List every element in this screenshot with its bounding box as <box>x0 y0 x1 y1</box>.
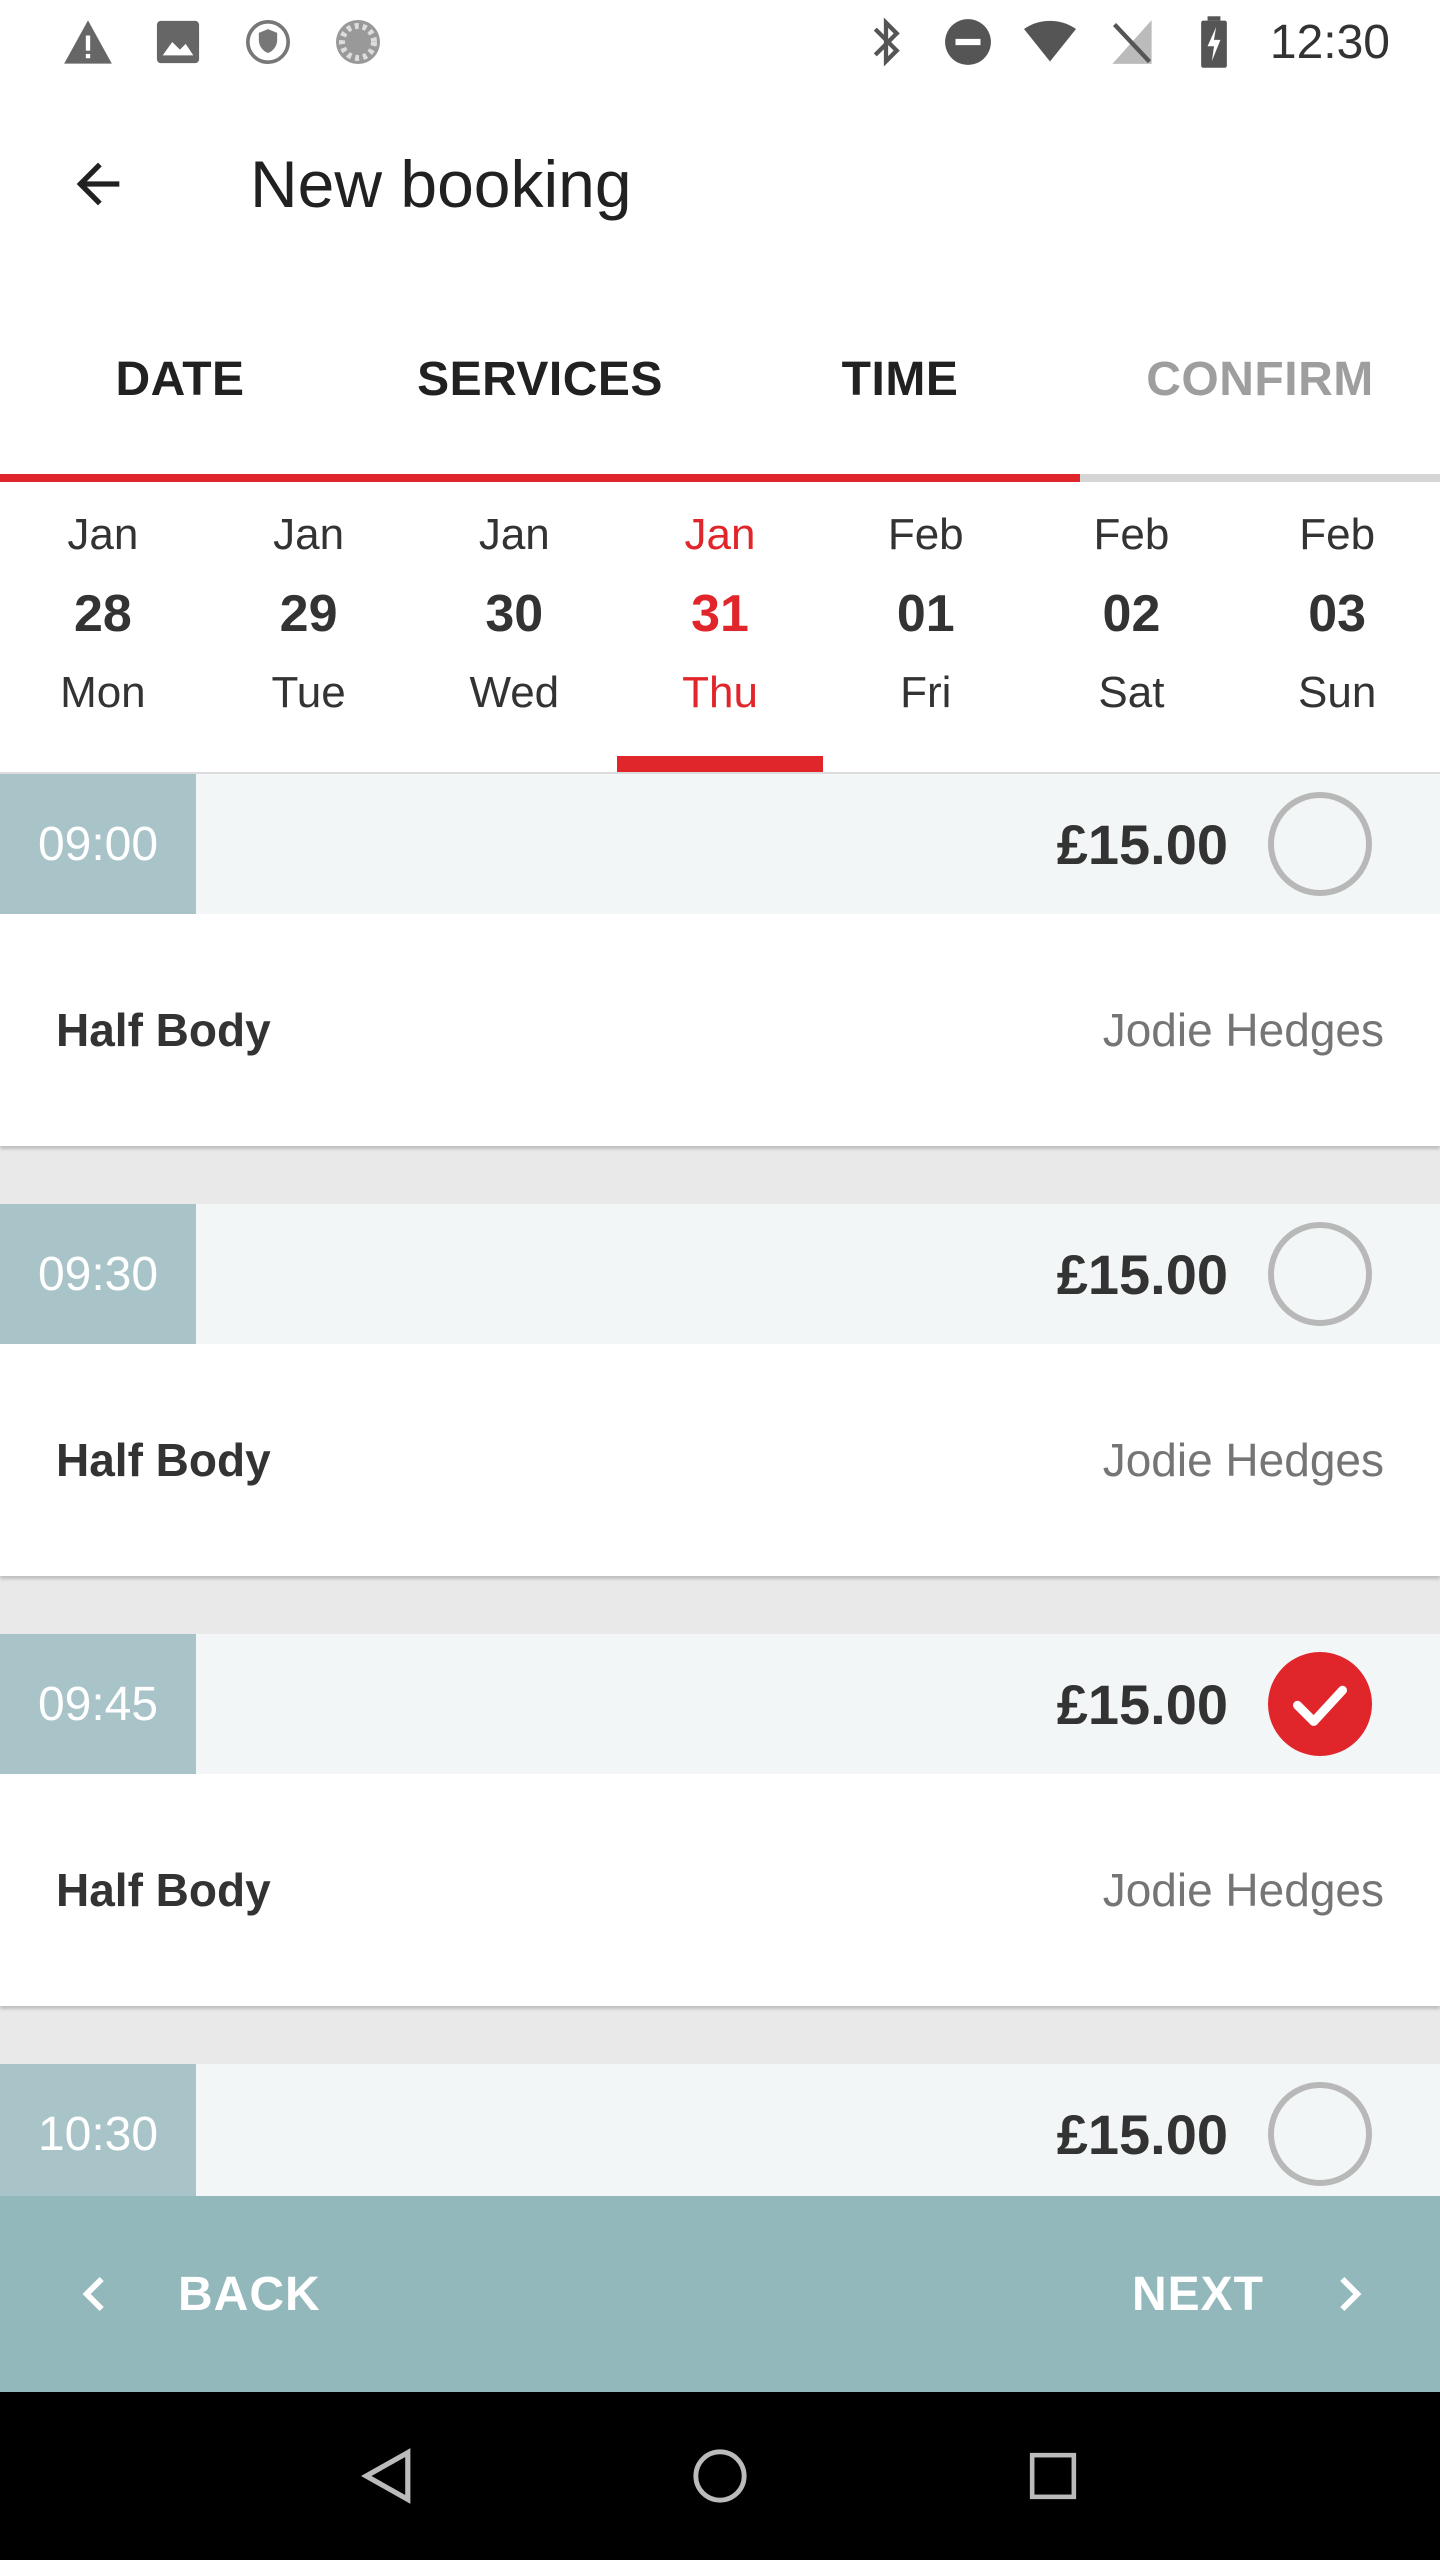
step-date[interactable]: DATE <box>0 284 360 474</box>
status-time: 12:30 <box>1269 15 1390 69</box>
date-day: 30 <box>485 585 544 643</box>
status-right-icons: 12:30 <box>860 15 1390 70</box>
date-month: Jan <box>478 510 550 559</box>
date-item-jan-29[interactable]: Jan 29 Tue <box>206 482 412 772</box>
slot-staff: Jodie Hedges <box>1102 1864 1384 1916</box>
date-day: 28 <box>73 585 132 643</box>
status-bar: 12:30 <box>0 0 1440 84</box>
time-slot-card-selected[interactable]: 09:45 £15.00 Half Body Jodie Hedges <box>0 1634 1440 2006</box>
slot-time: 09:00 <box>0 774 196 914</box>
date-day: 02 <box>1102 585 1161 643</box>
slot-service: Half Body <box>56 1004 271 1056</box>
time-slot-details: Half Body Jodie Hedges <box>0 914 1440 1146</box>
date-weekday: Sun <box>1298 668 1377 717</box>
time-slot-card[interactable]: 09:00 £15.00 Half Body Jodie Hedges <box>0 774 1440 1146</box>
arrow-back-icon[interactable] <box>48 134 148 234</box>
step-progress-fill <box>0 474 1080 482</box>
warning-icon <box>62 16 114 68</box>
next-button-label: NEXT <box>1131 2267 1264 2321</box>
time-slot-header: 09:30 £15.00 <box>0 1204 1440 1344</box>
time-slot-header: 10:30 £15.00 <box>0 2064 1440 2196</box>
slot-service: Half Body <box>56 1864 271 1916</box>
date-month: Jan <box>67 510 139 559</box>
date-day: 29 <box>279 585 338 643</box>
date-item-feb-03[interactable]: Feb 03 Sun <box>1234 482 1440 772</box>
date-weekday: Wed <box>469 668 560 717</box>
system-home-icon[interactable] <box>680 2436 760 2516</box>
step-services[interactable]: SERVICES <box>360 284 720 474</box>
slot-radio-button-checked[interactable] <box>1268 1652 1372 1756</box>
date-weekday: Fri <box>900 668 952 717</box>
date-month: Feb <box>1093 510 1170 559</box>
slot-staff: Jodie Hedges <box>1102 1434 1384 1486</box>
date-picker-strip: Jan 28 Mon Jan 29 Tue Jan 30 Wed Jan 31 … <box>0 482 1440 774</box>
date-month: Jan <box>684 510 756 559</box>
no-sim-icon <box>1106 16 1158 68</box>
time-slot-details: Half Body Jodie Hedges <box>0 1344 1440 1576</box>
date-item-feb-01[interactable]: Feb 01 Fri <box>823 482 1029 772</box>
slot-radio-button[interactable] <box>1268 1222 1372 1326</box>
battery-charging-icon <box>1188 16 1240 68</box>
date-item-jan-31[interactable]: Jan 31 Thu <box>617 482 823 772</box>
slot-service: Half Body <box>56 1434 271 1486</box>
system-back-icon[interactable] <box>347 2436 427 2516</box>
system-nav-bar <box>0 2392 1440 2560</box>
slot-radio-button[interactable] <box>1268 2082 1372 2186</box>
date-day: 03 <box>1308 585 1367 643</box>
slot-price: £15.00 <box>1056 1242 1228 1306</box>
time-slot-details: Half Body Jodie Hedges <box>0 1774 1440 2006</box>
date-item-jan-28[interactable]: Jan 28 Mon <box>0 482 206 772</box>
image-icon <box>152 16 204 68</box>
time-slot-card[interactable]: 09:30 £15.00 Half Body Jodie Hedges <box>0 1204 1440 1576</box>
checkmark-icon <box>1293 1685 1347 1726</box>
bluetooth-icon <box>860 16 912 68</box>
date-item-jan-30[interactable]: Jan 30 Wed <box>411 482 617 772</box>
time-slot-header: 09:00 £15.00 <box>0 774 1440 914</box>
slot-price: £15.00 <box>1056 812 1228 876</box>
date-weekday: Tue <box>271 668 346 717</box>
do-not-disturb-icon <box>942 16 994 68</box>
booking-steps: DATE SERVICES TIME CONFIRM <box>0 284 1440 474</box>
date-weekday: Sat <box>1098 668 1165 717</box>
time-slot-card[interactable]: 10:30 £15.00 <box>0 2064 1440 2196</box>
slot-time: 09:30 <box>0 1204 196 1344</box>
wifi-icon <box>1023 16 1076 68</box>
date-month: Feb <box>887 510 964 559</box>
date-weekday: Mon <box>60 668 146 717</box>
date-item-feb-02[interactable]: Feb 02 Sat <box>1029 482 1235 772</box>
date-day: 31 <box>691 585 749 643</box>
slot-radio-button[interactable] <box>1268 792 1372 896</box>
step-confirm[interactable]: CONFIRM <box>1080 284 1440 474</box>
slot-price: £15.00 <box>1056 1672 1228 1736</box>
app-bar: New booking <box>0 84 1440 284</box>
time-slot-header: 09:45 £15.00 <box>0 1634 1440 1774</box>
chevron-left-icon <box>70 2269 120 2319</box>
date-month: Jan <box>273 510 345 559</box>
status-left-icons <box>62 16 384 68</box>
step-progress-track <box>0 474 1440 482</box>
page-title: New booking <box>250 147 632 221</box>
bottom-nav-bar: BACK NEXT <box>0 2196 1440 2392</box>
date-day: 01 <box>896 585 955 643</box>
chevron-right-icon <box>1324 2269 1374 2319</box>
slot-time: 10:30 <box>0 2064 196 2196</box>
date-month: Feb <box>1299 510 1376 559</box>
vpn-shield-icon <box>242 16 294 68</box>
time-slot-list[interactable]: 09:00 £15.00 Half Body Jodie Hedges 09:3… <box>0 774 1440 2196</box>
back-button-label: BACK <box>178 2267 321 2321</box>
step-time[interactable]: TIME <box>720 284 1080 474</box>
back-button[interactable]: BACK <box>0 2196 321 2392</box>
slot-time: 09:45 <box>0 1634 196 1774</box>
slot-staff: Jodie Hedges <box>1102 1004 1384 1056</box>
loading-icon <box>332 16 384 68</box>
slot-price: £15.00 <box>1056 2102 1228 2166</box>
next-button[interactable]: NEXT <box>1132 2196 1440 2392</box>
date-weekday: Thu <box>682 668 758 717</box>
system-recents-icon[interactable] <box>1013 2436 1093 2516</box>
